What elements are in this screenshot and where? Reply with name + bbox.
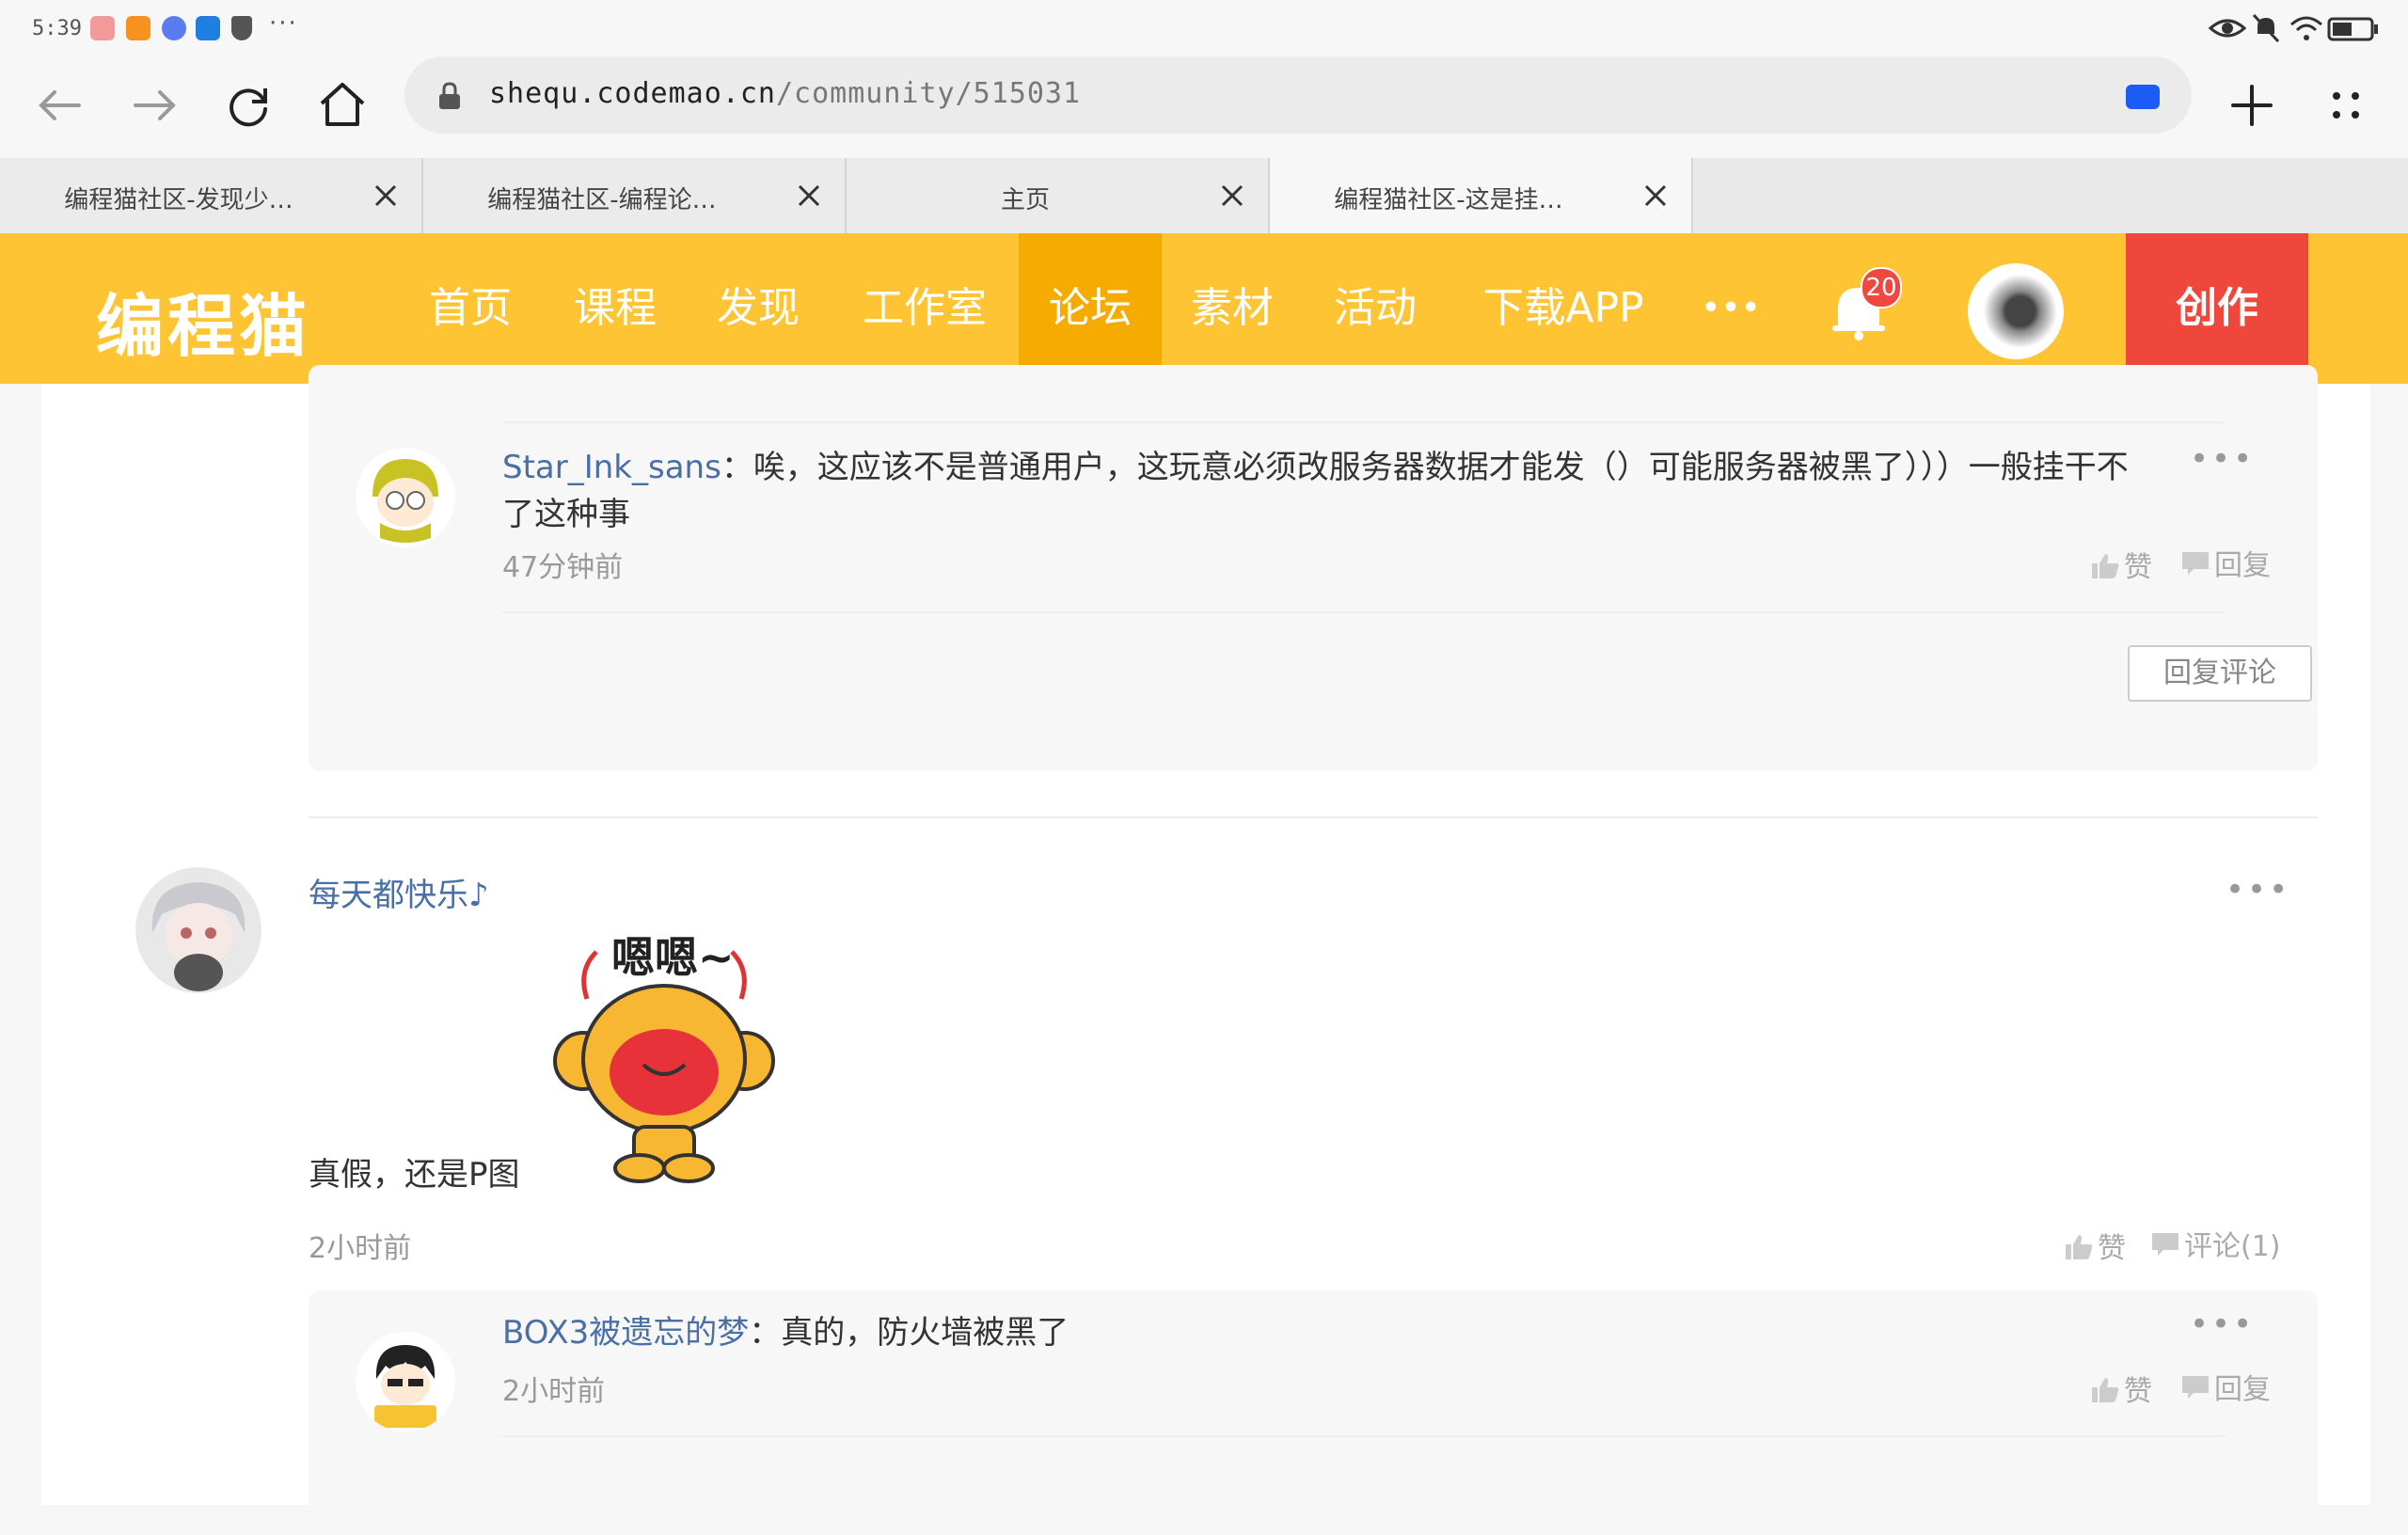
sticker-image: 嗯嗯~ xyxy=(549,924,779,1183)
system-status-bar: 5:39 ··· xyxy=(0,0,2408,53)
tab-4-active[interactable]: 编程猫社区-这是挂… xyxy=(1270,158,1693,233)
battery-icon xyxy=(2327,17,2378,41)
divider xyxy=(309,816,2318,818)
url-path: /community/515031 xyxy=(775,77,1082,110)
site-logo[interactable]: 编程猫 xyxy=(96,271,310,370)
reply-comment-button[interactable]: 回复评论 xyxy=(2128,645,2312,702)
reply-more-button[interactable]: ••• xyxy=(2190,440,2255,478)
reply-button[interactable]: 回复 xyxy=(2180,1366,2271,1407)
tab-strip: 编程猫社区-发现少… 编程猫社区-编程论… 主页 编程猫社区-这是挂… xyxy=(0,158,2408,233)
shield-icon xyxy=(231,16,252,40)
user-avatar[interactable] xyxy=(356,448,455,547)
nav-events[interactable]: 活动 xyxy=(1319,233,1432,384)
divider xyxy=(502,1435,2226,1437)
status-more-icon: ··· xyxy=(269,9,298,38)
tab-2[interactable]: 编程猫社区-编程论… xyxy=(423,158,847,233)
calendar-app-icon xyxy=(90,16,115,40)
separator: ： xyxy=(749,1314,782,1352)
tab-title: 编程猫社区-发现少… xyxy=(64,186,293,214)
chat-bubble-icon xyxy=(2152,1233,2178,1256)
like-button[interactable]: 赞 xyxy=(2090,544,2152,585)
tab-title: 编程猫社区-编程论… xyxy=(487,186,717,214)
video-app-icon xyxy=(126,16,150,40)
notification-badge: 20 xyxy=(1861,267,1902,309)
close-icon[interactable] xyxy=(1215,179,1249,213)
like-button[interactable]: 赞 xyxy=(2064,1225,2126,1266)
reply-time: 47分钟前 xyxy=(502,551,624,584)
close-icon[interactable] xyxy=(792,179,826,213)
tab-title: 主页 xyxy=(1000,186,1050,214)
comment-count-button[interactable]: 评论(1) xyxy=(2150,1223,2281,1264)
chat-bubble-icon xyxy=(2182,552,2209,575)
separator: ： xyxy=(721,449,753,486)
like-label: 赞 xyxy=(2098,1232,2126,1265)
reply-time: 2小时前 xyxy=(502,1375,606,1408)
nav-download-app[interactable]: 下载APP xyxy=(1469,233,1657,384)
reply-label: 回复 xyxy=(2214,1373,2271,1406)
url-text[interactable]: shequ.codemao.cn/community/515031 xyxy=(489,77,1081,110)
like-button[interactable]: 赞 xyxy=(2090,1368,2152,1409)
comment-time: 2小时前 xyxy=(309,1232,412,1265)
reply-more-button[interactable]: ••• xyxy=(2190,1306,2255,1343)
comment-count-label: 评论(1) xyxy=(2184,1230,2281,1263)
reply-content: BOX3被遗忘的梦：真的，防火墙被黑了 xyxy=(502,1309,2148,1356)
forward-arrow-icon[interactable] xyxy=(120,71,188,139)
wifi-icon xyxy=(2290,16,2322,40)
nav-forum[interactable]: 论坛 xyxy=(1019,233,1162,384)
user-avatar[interactable] xyxy=(356,1332,455,1432)
reply-label: 回复 xyxy=(2214,549,2271,582)
mute-bell-icon xyxy=(2252,13,2280,43)
nav-discover[interactable]: 发现 xyxy=(702,233,815,384)
nav-studio[interactable]: 工作室 xyxy=(845,233,1005,384)
nav-more[interactable]: ••• xyxy=(1693,233,1768,384)
cloud-app-icon xyxy=(196,16,220,40)
nav-courses[interactable]: 课程 xyxy=(559,233,672,384)
reply-thread: BOX3被遗忘的梦：真的，防火墙被黑了 ••• 2小时前 赞 回复 xyxy=(309,1290,2318,1535)
browser-toolbar: shequ.codemao.cn/community/515031 xyxy=(0,53,2408,158)
nav-materials[interactable]: 素材 xyxy=(1176,233,1289,384)
reply-content: Star_Ink_sans：唉，这应该不是普通用户，这玩意必须改服务器数据才能发… xyxy=(502,444,2148,538)
menu-dots-icon[interactable] xyxy=(2312,71,2380,139)
comment-more-button[interactable]: ••• xyxy=(2226,871,2290,909)
comment-list: Star_Ink_sans：唉，这应该不是普通用户，这玩意必须改服务器数据才能发… xyxy=(41,365,2370,1535)
thumbs-up-icon xyxy=(2066,1235,2093,1259)
reload-icon[interactable] xyxy=(214,71,282,139)
reply-username[interactable]: BOX3被遗忘的梦 xyxy=(502,1314,749,1352)
user-avatar[interactable] xyxy=(1968,263,2064,359)
address-bar[interactable]: shequ.codemao.cn/community/515031 xyxy=(404,56,2192,134)
tab-title: 编程猫社区-这是挂… xyxy=(1334,186,1563,214)
sticker-caption: 嗯嗯~ xyxy=(611,932,735,983)
eye-icon xyxy=(2209,19,2246,38)
user-avatar[interactable] xyxy=(135,867,261,993)
comment-text: 真假，还是P图 xyxy=(309,1156,520,1194)
tab-1[interactable]: 编程猫社区-发现少… xyxy=(0,158,423,233)
chat-bubble-icon xyxy=(2182,1376,2209,1399)
new-tab-plus-icon[interactable] xyxy=(2218,71,2286,139)
close-icon[interactable] xyxy=(1639,179,1672,213)
divider xyxy=(502,611,2226,613)
like-label: 赞 xyxy=(2124,551,2152,584)
site-header: 编程猫 首页 课程 发现 工作室 论坛 素材 活动 下载APP ••• 20 创… xyxy=(0,233,2408,384)
like-label: 赞 xyxy=(2124,1375,2152,1408)
nav-home[interactable]: 首页 xyxy=(414,233,527,384)
lock-icon xyxy=(439,82,460,109)
tab-3[interactable]: 主页 xyxy=(847,158,1270,233)
music-app-icon xyxy=(162,16,186,40)
screen-cast-icon[interactable] xyxy=(2126,85,2160,109)
url-host: shequ.codemao.cn xyxy=(489,77,776,110)
thumbs-up-icon xyxy=(2092,1378,2119,1402)
reply-username[interactable]: Star_Ink_sans xyxy=(502,449,721,486)
reply-thread: Star_Ink_sans：唉，这应该不是普通用户，这玩意必须改服务器数据才能发… xyxy=(309,365,2318,771)
clock: 5:39 xyxy=(32,17,82,40)
create-button[interactable]: 创作 xyxy=(2126,233,2308,384)
close-icon[interactable] xyxy=(369,179,403,213)
comment-username[interactable]: 每天都快乐♪ xyxy=(309,869,489,915)
back-arrow-icon[interactable] xyxy=(26,71,94,139)
reply-button[interactable]: 回复 xyxy=(2180,542,2271,583)
reply-text: 真的，防火墙被黑了 xyxy=(781,1314,1069,1352)
thumbs-up-icon xyxy=(2092,554,2119,578)
home-icon[interactable] xyxy=(309,71,376,139)
divider xyxy=(502,421,2226,423)
